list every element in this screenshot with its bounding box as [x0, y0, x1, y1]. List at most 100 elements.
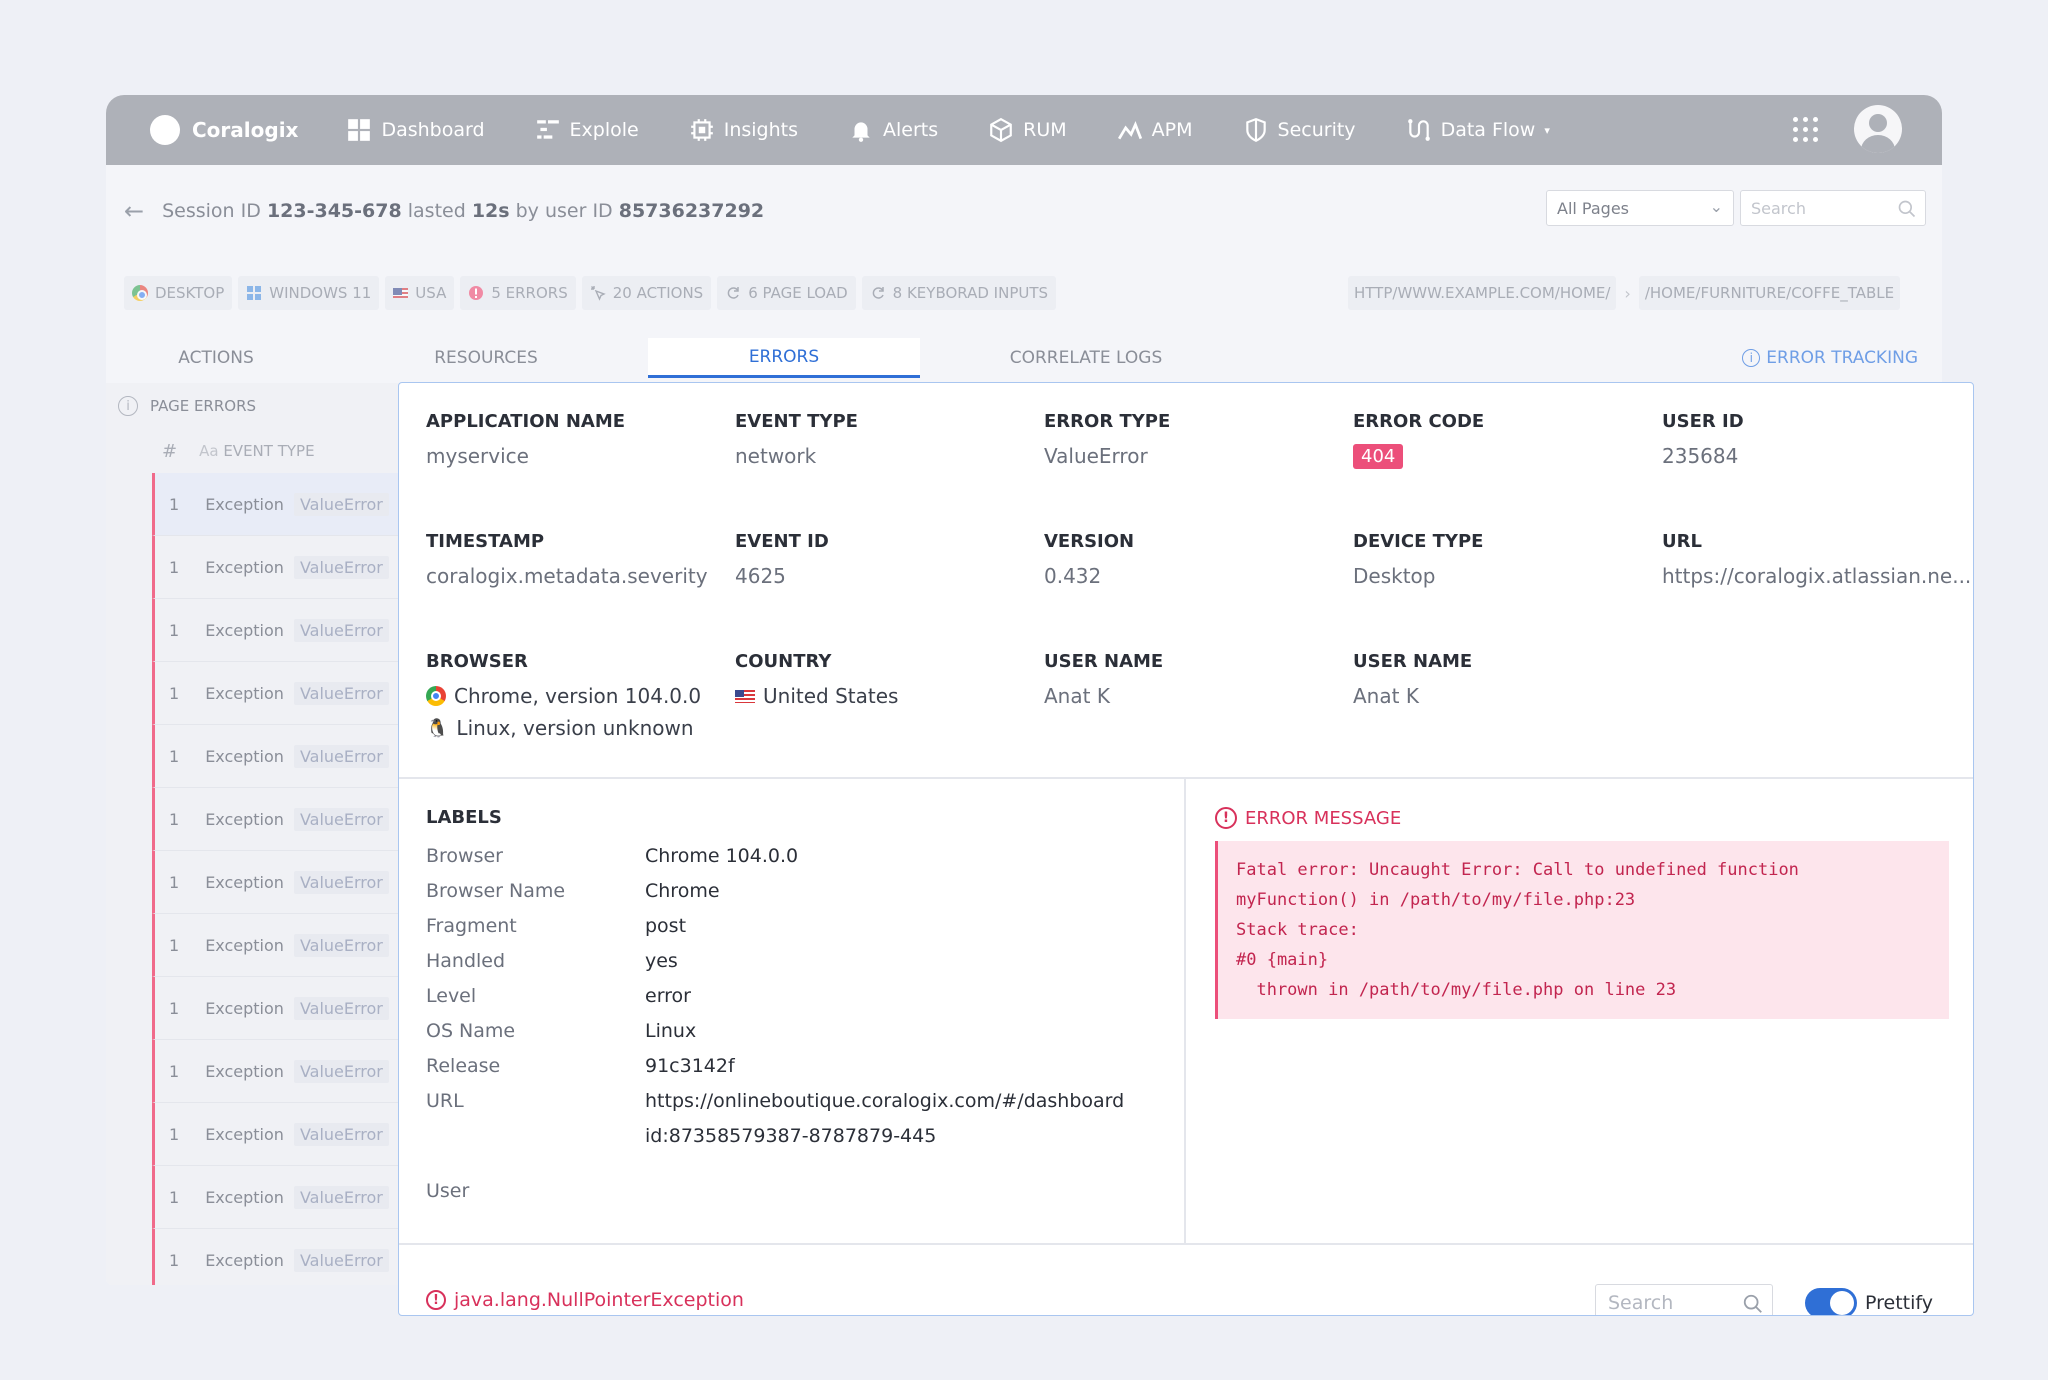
table-row[interactable]: 1 Exception ValueError — [152, 788, 406, 851]
field-event-type: EVENT TYPE network — [735, 411, 858, 468]
exception-link[interactable]: ! java.lang.NullPointerException — [426, 1289, 744, 1311]
field-error-code: ERROR CODE 404 — [1353, 411, 1485, 469]
table-row[interactable]: 1 Exception ValueError — [152, 1229, 406, 1285]
table-row[interactable]: 1 Exception ValueError — [152, 1040, 406, 1103]
label-row: Release 91c3142f — [426, 1048, 1124, 1083]
table-row[interactable]: 1 Exception ValueError — [152, 977, 406, 1040]
nav-item-rum[interactable]: RUM — [988, 117, 1067, 143]
search-input[interactable]: Search — [1740, 190, 1926, 226]
field-user-name: USER NAME Anat K — [1044, 651, 1164, 708]
row-error-tag: ValueError — [293, 996, 389, 1020]
label-value: error — [645, 984, 691, 1007]
nav-item-apm[interactable]: APM — [1117, 117, 1193, 143]
label-row: URL https://onlineboutique.coralogix.com/… — [426, 1083, 1124, 1118]
row-error-tag: ValueError — [293, 1122, 389, 1146]
label-key: Release — [426, 1054, 501, 1077]
brand-logo[interactable]: Coralogix — [150, 115, 298, 145]
nav-item-data-flow[interactable]: Data Flow ▾ — [1406, 117, 1550, 143]
table-row[interactable]: 1 Exception ValueError — [152, 725, 406, 788]
error-code-badge: 404 — [1353, 444, 1404, 469]
prettify-toggle[interactable] — [1805, 1288, 1857, 1315]
row-error-tag: ValueError — [293, 1248, 389, 1272]
tab-resources[interactable]: RESOURCES — [376, 338, 596, 378]
row-count: 1 — [169, 683, 180, 703]
info-icon: i — [1742, 349, 1761, 367]
table-row[interactable]: 1 Exception ValueError — [152, 851, 406, 914]
row-count: 1 — [169, 1187, 180, 1207]
nav-item-dashboard[interactable]: Dashboard — [346, 117, 485, 143]
table-row[interactable]: 1 Exception ValueError — [152, 914, 406, 977]
chip-keyboard-inputs[interactable]: 8 KEYBORAD INPUTS — [861, 276, 1057, 310]
refresh-icon — [872, 287, 884, 299]
explore-icon — [536, 120, 559, 139]
field-version: VERSION 0.432 — [1044, 531, 1135, 588]
table-row[interactable]: 1 Exception ValueError — [152, 473, 406, 536]
row-count: 1 — [169, 620, 180, 640]
info-icon: i — [118, 396, 138, 416]
session-header: ← Session ID 123-345-678 lasted 12s by u… — [124, 197, 764, 225]
pages-select[interactable]: All Pages ⌄ — [1546, 190, 1734, 226]
error-detail-card: APPLICATION NAME myservice EVENT TYPE ne… — [398, 382, 1974, 1316]
stack-search-input[interactable]: Search — [1595, 1284, 1773, 1315]
field-browser: BROWSER Chrome, version 104.0.0 🐧 Linux,… — [426, 651, 702, 740]
row-event-type: Exception — [205, 620, 284, 640]
row-event-type: Exception — [205, 494, 284, 514]
row-error-tag: ValueError — [293, 1185, 389, 1209]
field-timestamp: TIMESTAMP coralogix.metadata.severity — [426, 531, 708, 588]
page-errors-panel: i PAGE ERRORS # Aa EVENT TYPE 1 Exception… — [106, 383, 406, 1285]
search-icon — [1898, 200, 1916, 218]
back-arrow-icon[interactable]: ← — [124, 197, 144, 225]
url-breadcrumb: HTTP/WWW.EXAMPLE.COM/HOME/ › /HOME/FURNI… — [1348, 276, 1901, 310]
label-value: yes — [645, 949, 678, 972]
nav-item-label: Dashboard — [381, 119, 485, 141]
label-row: Handled yes — [426, 943, 1124, 978]
error-tracking-link[interactable]: i ERROR TRACKING — [1742, 338, 1918, 378]
url-chip-home[interactable]: HTTP/WWW.EXAMPLE.COM/HOME/ — [1348, 276, 1617, 310]
row-error-tag: ValueError — [293, 492, 389, 516]
label-key: Handled — [426, 949, 506, 972]
prettify-control: Prettify — [1805, 1288, 1933, 1315]
alert-circle-icon: ! — [426, 1290, 446, 1310]
nav-item-explore[interactable]: Explole — [535, 117, 639, 143]
table-row[interactable]: 1 Exception ValueError — [152, 1166, 406, 1229]
list-header: # Aa EVENT TYPE — [152, 429, 406, 473]
table-row[interactable]: 1 Exception ValueError — [152, 536, 406, 599]
field-error-type: ERROR TYPE ValueError — [1044, 411, 1171, 468]
row-event-type: Exception — [205, 998, 284, 1018]
table-row[interactable]: 1 Exception ValueError — [152, 599, 406, 662]
row-event-type: Exception — [205, 809, 284, 829]
apm-icon — [1117, 121, 1142, 140]
tab-errors[interactable]: ERRORS — [648, 338, 920, 378]
field-event-id: EVENT ID 4625 — [735, 531, 829, 588]
table-row[interactable]: 1 Exception ValueError — [152, 662, 406, 725]
chip-actions[interactable]: 20 ACTIONS — [581, 276, 712, 310]
label-row: OS Name Linux — [426, 1013, 1124, 1048]
session-chips: DESKTOP WINDOWS 11 USA 5 ERRORS 20 ACTIO… — [124, 276, 1057, 310]
col-event-type[interactable]: Aa EVENT TYPE — [199, 442, 314, 460]
chip-page-load[interactable]: 6 PAGE LOAD — [717, 276, 856, 310]
url-chip-path[interactable]: /HOME/FURNITURE/COFFE_TABLE — [1638, 276, 1901, 310]
tab-actions[interactable]: ACTIONS — [106, 338, 326, 378]
label-row: Fragment post — [426, 908, 1124, 943]
chip-errors[interactable]: 5 ERRORS — [460, 276, 576, 310]
nav-item-security[interactable]: Security — [1243, 117, 1356, 143]
row-count: 1 — [169, 872, 180, 892]
row-event-type: Exception — [205, 1250, 284, 1270]
nav-item-alerts[interactable]: Alerts — [848, 117, 938, 143]
refresh-icon — [727, 287, 739, 299]
row-count: 1 — [169, 1061, 180, 1081]
label-value: 91c3142f — [645, 1054, 735, 1077]
tab-correlate-logs[interactable]: CORRELATE LOGS — [966, 338, 1206, 378]
nav-item-insights[interactable]: Insights — [689, 117, 798, 143]
apps-grid-icon[interactable] — [1793, 116, 1818, 142]
session-summary: Session ID 123-345-678 lasted 12s by use… — [162, 200, 765, 222]
table-row[interactable]: 1 Exception ValueError — [152, 1103, 406, 1166]
row-event-type: Exception — [205, 935, 284, 955]
detail-tabs: ACTIONS RESOURCES ERRORS CORRELATE LOGS … — [106, 338, 1942, 378]
error-message-section: ! ERROR MESSAGE Fatal error: Uncaught Er… — [1215, 807, 1949, 1019]
windows-icon — [247, 286, 262, 300]
error-rows: 1 Exception ValueError 1 Exception ValueError… — [152, 473, 406, 1285]
user-avatar[interactable] — [1854, 105, 1902, 153]
row-event-type: Exception — [205, 1124, 284, 1144]
row-error-tag: ValueError — [293, 618, 389, 642]
